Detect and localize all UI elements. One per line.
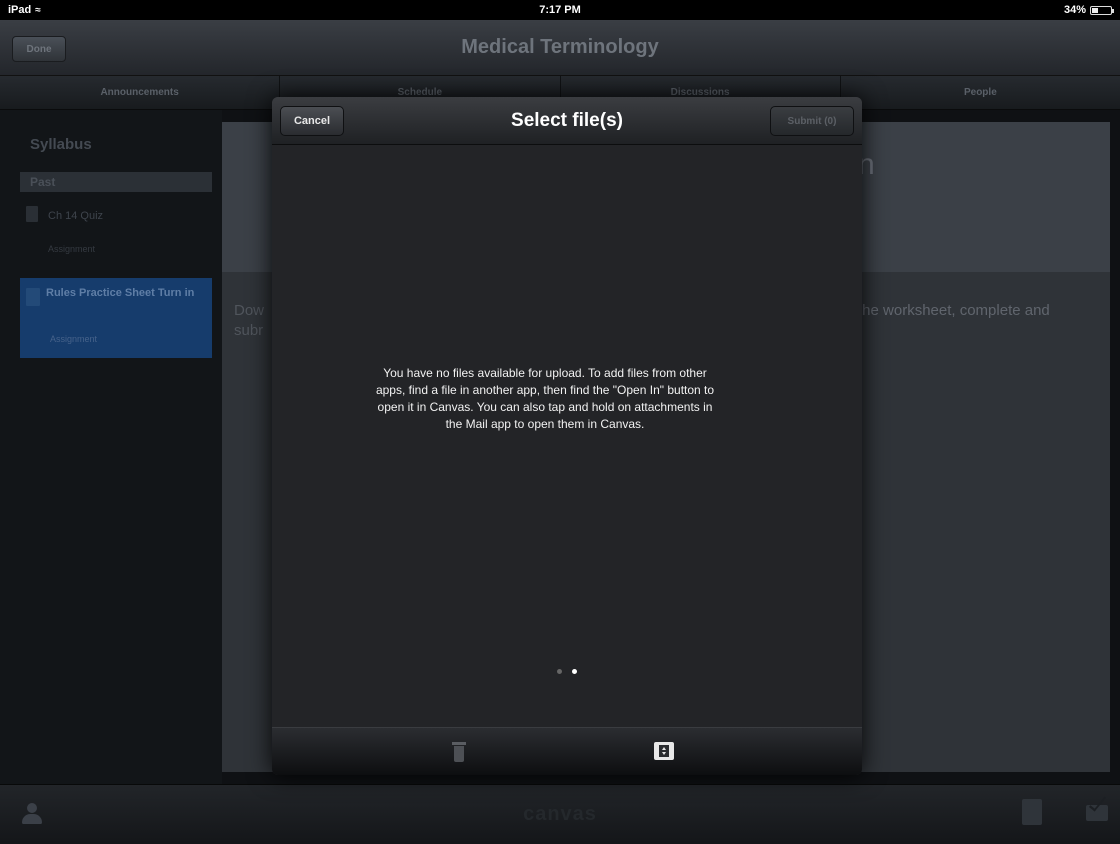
device-label: iPad bbox=[8, 4, 32, 16]
tab-announcements[interactable]: Announcements bbox=[0, 76, 281, 109]
select-files-modal: Cancel Select file(s) Submit (0) You hav… bbox=[272, 97, 862, 775]
assignment-icon bbox=[26, 288, 40, 306]
navigation-bar: Done Medical Terminology bbox=[0, 20, 1120, 76]
quiz-icon bbox=[26, 206, 38, 222]
canvas-logo: canvas bbox=[523, 803, 597, 825]
sidebar-section-header: Past bbox=[20, 172, 212, 192]
submit-button[interactable]: Submit (0) bbox=[770, 106, 854, 136]
sidebar-item-type: Assignment bbox=[48, 244, 96, 254]
frame-icon[interactable] bbox=[654, 742, 674, 760]
status-bar: iPad ≈ 7:17 PM 34% bbox=[0, 0, 1120, 20]
battery-fill bbox=[1092, 7, 1098, 13]
tab-people[interactable]: People bbox=[841, 76, 1120, 109]
page-dot-1[interactable] bbox=[557, 669, 562, 674]
mail-icon[interactable] bbox=[1086, 805, 1108, 821]
sidebar-item-type: Assignment bbox=[50, 334, 98, 344]
empty-state-message: You have no files available for upload. … bbox=[375, 366, 715, 431]
content-text-right: the worksheet, complete and bbox=[858, 302, 1050, 319]
modal-body: You have no files available for upload. … bbox=[272, 145, 862, 727]
battery-icon bbox=[1090, 5, 1114, 15]
wifi-icon: ≈ bbox=[35, 4, 41, 16]
frame-icon-inner bbox=[659, 745, 669, 757]
sidebar-item-ch14-quiz[interactable]: Ch 14 Quiz Assignment bbox=[20, 202, 220, 274]
status-time: 7:17 PM bbox=[539, 4, 581, 16]
page-dot-2[interactable] bbox=[572, 669, 577, 674]
sidebar-heading: Syllabus bbox=[30, 136, 92, 153]
sidebar-item-label: Ch 14 Quiz bbox=[48, 210, 104, 222]
sidebar: Syllabus Past Ch 14 Quiz Assignment Rule… bbox=[0, 110, 222, 784]
content-text-left-2: subr bbox=[234, 322, 264, 339]
trash-icon[interactable] bbox=[452, 742, 466, 762]
sidebar-item-label: Rules Practice Sheet Turn in bbox=[46, 287, 195, 299]
content-text-left-1: Dow bbox=[234, 302, 265, 319]
status-right: 34% bbox=[1063, 4, 1114, 16]
page-title: Medical Terminology bbox=[461, 36, 659, 58]
modal-header: Cancel Select file(s) Submit (0) bbox=[272, 97, 862, 145]
trash-icon-can bbox=[454, 746, 464, 762]
modal-footer bbox=[272, 727, 862, 775]
page-indicator[interactable] bbox=[272, 669, 862, 674]
battery-label: 34% bbox=[1063, 4, 1086, 16]
trash-icon-lid bbox=[452, 742, 466, 745]
document-icon[interactable] bbox=[1022, 799, 1042, 825]
bottom-bar: canvas bbox=[0, 784, 1120, 844]
sidebar-item-rules-practice-sheet[interactable]: Rules Practice Sheet Turn in Assignment bbox=[20, 278, 212, 358]
status-left: iPad ≈ bbox=[8, 4, 41, 16]
